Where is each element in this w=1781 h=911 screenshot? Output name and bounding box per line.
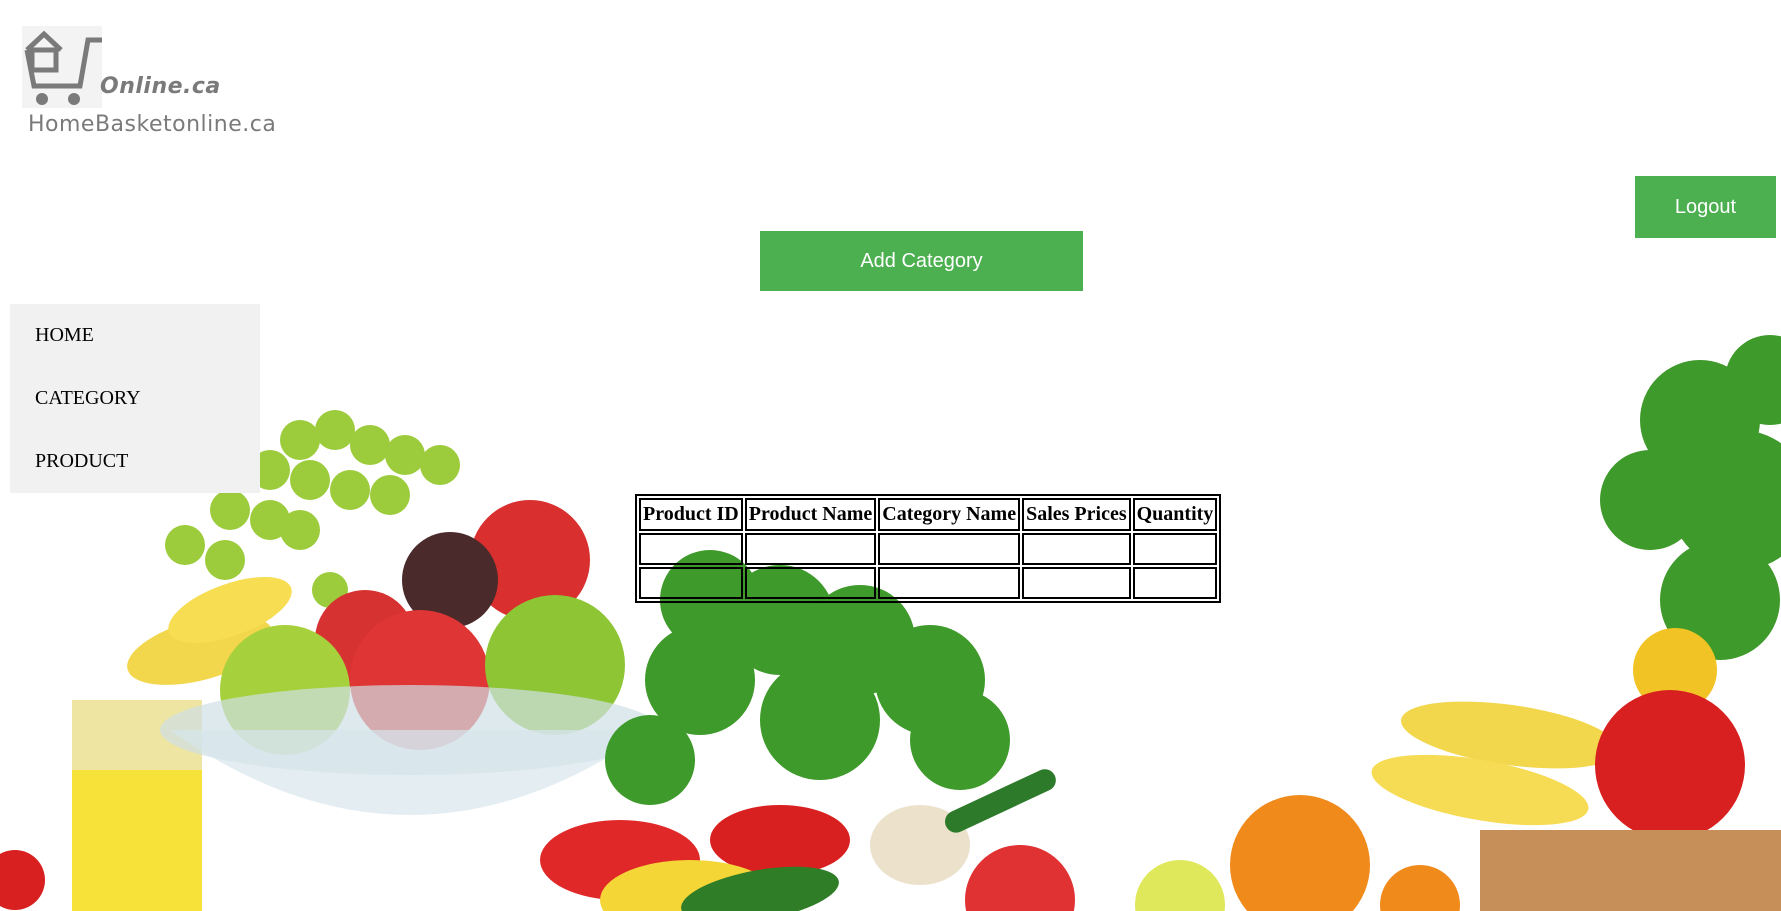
sidebar-item-category[interactable]: CATEGORY [10, 367, 260, 430]
table-cell [878, 567, 1021, 599]
column-header-quantity: Quantity [1132, 498, 1218, 531]
column-header-sales-prices: Sales Prices [1022, 498, 1131, 531]
table-cell [744, 533, 877, 565]
table-cell [1022, 533, 1131, 565]
logout-button[interactable]: Logout [1635, 176, 1776, 238]
sidebar-nav: HOME CATEGORY PRODUCT [10, 304, 260, 493]
sidebar-item-home[interactable]: HOME [10, 304, 260, 367]
logo-tagline: Online.ca [100, 74, 221, 99]
table-cell [1132, 533, 1218, 565]
column-header-product-name: Product Name [744, 498, 877, 531]
logo-brand-name: HomeBasketonline.ca [28, 112, 277, 137]
table-cell [639, 533, 743, 565]
table-row [639, 533, 1218, 565]
table-cell [878, 533, 1021, 565]
table-cell [744, 567, 877, 599]
table-cell [1132, 567, 1218, 599]
table-cell [1022, 567, 1131, 599]
column-header-category-name: Category Name [878, 498, 1021, 531]
sidebar-item-product[interactable]: PRODUCT [10, 430, 260, 493]
column-header-product-id: Product ID [639, 498, 743, 531]
table-cell [639, 567, 743, 599]
table-row [639, 567, 1218, 599]
site-logo[interactable]: Online.ca HomeBasketonline.ca [22, 26, 276, 151]
add-category-button[interactable]: Add Category [760, 231, 1083, 291]
products-table: Product ID Product Name Category Name Sa… [635, 494, 1222, 603]
house-cart-icon [22, 26, 102, 108]
table-header-row: Product ID Product Name Category Name Sa… [639, 498, 1218, 531]
